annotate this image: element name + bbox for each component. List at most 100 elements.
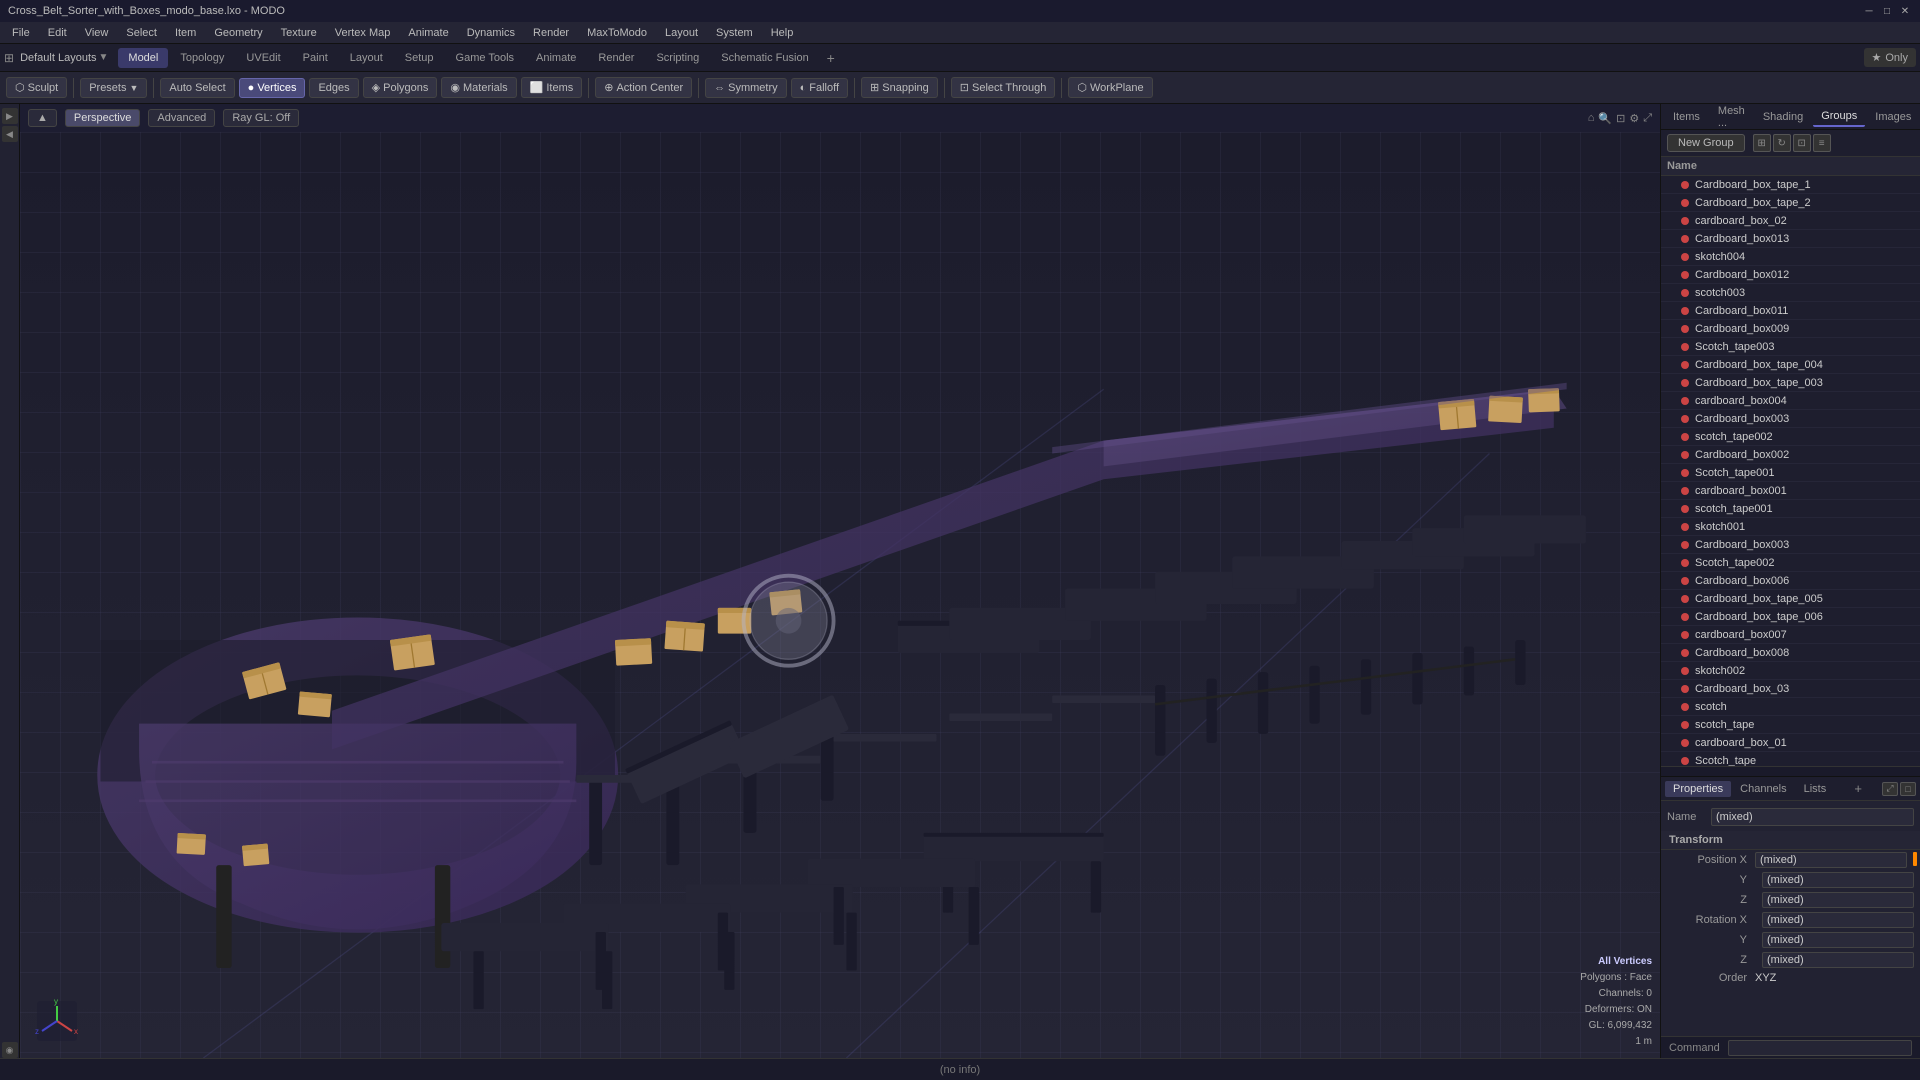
raygl-btn[interactable]: Ray GL: Off	[223, 109, 299, 127]
list-item[interactable]: cardboard_box_02	[1661, 212, 1920, 230]
props-tab-channels[interactable]: Channels	[1732, 781, 1794, 797]
list-item[interactable]: cardboard_box_01	[1661, 734, 1920, 752]
menu-layout[interactable]: Layout	[657, 25, 706, 41]
list-item[interactable]: cardboard_box001	[1661, 482, 1920, 500]
props-expand-btn-2[interactable]: □	[1900, 782, 1916, 796]
props-expand-btn-1[interactable]: ⤢	[1882, 782, 1898, 796]
tab-groups[interactable]: Groups	[1813, 107, 1865, 127]
tab-gametools[interactable]: Game Tools	[446, 48, 525, 68]
item-list-scrollbar[interactable]	[1661, 766, 1920, 776]
list-item[interactable]: Cardboard_box_tape_004	[1661, 356, 1920, 374]
menu-maxtomodo[interactable]: MaxToModo	[579, 25, 655, 41]
tab-shading[interactable]: Shading	[1755, 108, 1811, 126]
items-button[interactable]: ⬜ Items	[521, 77, 583, 98]
list-item[interactable]: Cardboard_box_tape_003	[1661, 374, 1920, 392]
viewport[interactable]: ▲ Perspective Advanced Ray GL: Off ⌂ 🔍 ⊡…	[20, 104, 1660, 1058]
default-layouts-btn[interactable]: Default Layouts	[20, 52, 96, 64]
props-tab-lists[interactable]: Lists	[1796, 781, 1835, 797]
rotation-x-input[interactable]	[1762, 912, 1914, 928]
polygons-button[interactable]: ◈ Polygons	[363, 77, 438, 98]
list-item[interactable]: Cardboard_box002	[1661, 446, 1920, 464]
vp-expand-icon[interactable]: ⤢	[1643, 112, 1652, 125]
left-tab-1[interactable]: ▶	[2, 108, 18, 124]
group-icon-4[interactable]: ≡	[1813, 134, 1831, 152]
tab-mesh[interactable]: Mesh ...	[1710, 102, 1753, 132]
tab-uvedit[interactable]: UVEdit	[236, 48, 290, 68]
tab-topology[interactable]: Topology	[170, 48, 234, 68]
props-tab-add[interactable]: +	[1854, 781, 1862, 796]
tab-model[interactable]: Model	[118, 48, 168, 68]
window-controls[interactable]: ─ □ ✕	[1862, 4, 1912, 18]
minimize-button[interactable]: ─	[1862, 4, 1876, 18]
list-item[interactable]: scotch_tape002	[1661, 428, 1920, 446]
menu-select[interactable]: Select	[118, 25, 165, 41]
menu-file[interactable]: File	[4, 25, 38, 41]
group-icon-3[interactable]: ⊡	[1793, 134, 1811, 152]
rotation-y-input[interactable]	[1762, 932, 1914, 948]
left-tab-2[interactable]: ◀	[2, 126, 18, 142]
tab-scripting[interactable]: Scripting	[646, 48, 709, 68]
add-mode-btn[interactable]: +	[821, 48, 841, 68]
new-group-button[interactable]: New Group	[1667, 134, 1745, 152]
list-item[interactable]: Cardboard_box013	[1661, 230, 1920, 248]
tab-items[interactable]: Items	[1665, 108, 1708, 126]
position-y-input[interactable]	[1762, 872, 1914, 888]
sculpt-button[interactable]: ⬡ Sculpt	[6, 77, 67, 98]
menu-animate[interactable]: Animate	[400, 25, 456, 41]
list-item[interactable]: skotch004	[1661, 248, 1920, 266]
scene-canvas[interactable]: All Vertices Polygons : Face Channels: 0…	[20, 132, 1660, 1058]
list-item[interactable]: Scotch_tape	[1661, 752, 1920, 766]
tab-animate[interactable]: Animate	[526, 48, 586, 68]
props-tab-properties[interactable]: Properties	[1665, 781, 1731, 797]
tab-setup[interactable]: Setup	[395, 48, 444, 68]
list-item[interactable]: Cardboard_box_03	[1661, 680, 1920, 698]
list-item[interactable]: Cardboard_box_tape_006	[1661, 608, 1920, 626]
advanced-btn[interactable]: Advanced	[148, 109, 215, 127]
list-item[interactable]: cardboard_box004	[1661, 392, 1920, 410]
position-z-input[interactable]	[1762, 892, 1914, 908]
menu-edit[interactable]: Edit	[40, 25, 75, 41]
list-item[interactable]: scotch	[1661, 698, 1920, 716]
menu-geometry[interactable]: Geometry	[206, 25, 270, 41]
presets-button[interactable]: Presets ▼	[80, 78, 147, 98]
vp-home-icon[interactable]: ⌂	[1588, 112, 1595, 125]
item-list[interactable]: Cardboard_box_tape_1Cardboard_box_tape_2…	[1661, 176, 1920, 766]
viewport-expand-btn[interactable]: ▲	[28, 109, 57, 127]
name-input[interactable]	[1711, 808, 1914, 826]
group-icon-2[interactable]: ↻	[1773, 134, 1791, 152]
snapping-button[interactable]: ⊞ Snapping	[861, 77, 938, 98]
tab-layout[interactable]: Layout	[340, 48, 393, 68]
list-item[interactable]: Cardboard_box_tape_1	[1661, 176, 1920, 194]
menu-vertexmap[interactable]: Vertex Map	[327, 25, 399, 41]
layout-icon[interactable]: ⊞	[4, 51, 14, 65]
edges-button[interactable]: Edges	[309, 78, 358, 98]
command-input[interactable]	[1728, 1040, 1912, 1056]
vp-settings-icon[interactable]: ⚙	[1629, 112, 1639, 125]
maximize-button[interactable]: □	[1880, 4, 1894, 18]
list-item[interactable]: scotch003	[1661, 284, 1920, 302]
vertices-button[interactable]: ● Vertices	[239, 78, 306, 98]
list-item[interactable]: cardboard_box007	[1661, 626, 1920, 644]
list-item[interactable]: scotch_tape	[1661, 716, 1920, 734]
left-tab-bottom[interactable]: ◉	[2, 1042, 18, 1058]
tab-render[interactable]: Render	[588, 48, 644, 68]
list-item[interactable]: Cardboard_box011	[1661, 302, 1920, 320]
list-item[interactable]: Scotch_tape003	[1661, 338, 1920, 356]
list-item[interactable]: Cardboard_box_tape_005	[1661, 590, 1920, 608]
list-item[interactable]: Cardboard_box003	[1661, 536, 1920, 554]
list-item[interactable]: Scotch_tape002	[1661, 554, 1920, 572]
menu-system[interactable]: System	[708, 25, 761, 41]
menu-help[interactable]: Help	[763, 25, 802, 41]
position-x-input[interactable]	[1755, 852, 1907, 868]
menu-render[interactable]: Render	[525, 25, 577, 41]
menu-item[interactable]: Item	[167, 25, 204, 41]
vp-fit-icon[interactable]: ⊡	[1616, 112, 1625, 125]
tab-paint[interactable]: Paint	[293, 48, 338, 68]
list-item[interactable]: Scotch_tape001	[1661, 464, 1920, 482]
list-item[interactable]: Cardboard_box006	[1661, 572, 1920, 590]
rotation-z-input[interactable]	[1762, 952, 1914, 968]
menu-dynamics[interactable]: Dynamics	[459, 25, 523, 41]
autoselect-button[interactable]: Auto Select	[160, 78, 234, 98]
only-button[interactable]: ★ Only	[1864, 48, 1917, 67]
close-button[interactable]: ✕	[1898, 4, 1912, 18]
